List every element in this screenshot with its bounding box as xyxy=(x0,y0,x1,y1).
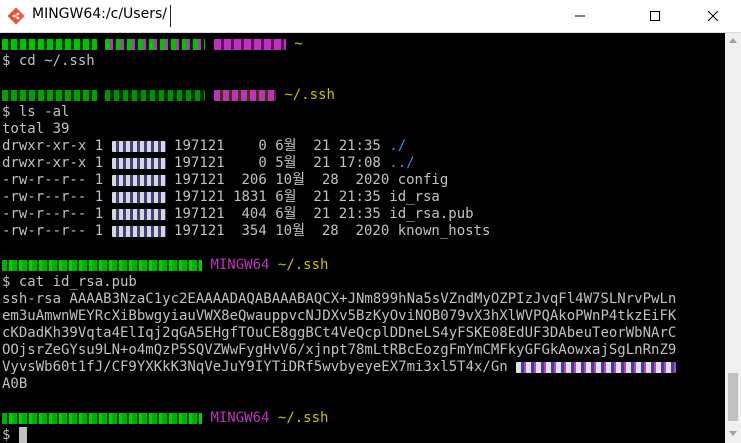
redacted-user-host xyxy=(2,259,202,271)
pubkey-line: cKDadKh39Vqta4ElIqj2qGA5EHgfTOuCE8ggBCt4… xyxy=(2,325,677,341)
file-name: id_rsa.pub xyxy=(389,206,474,222)
prompt-line: MINGW64 ~/.ssh xyxy=(2,410,328,427)
pubkey-line: em3uAmwnWEYRcXiBbwgyiauVWX8eQwauppvcNJDX… xyxy=(2,308,677,324)
prompt-line: MINGW64 ~/.ssh xyxy=(2,257,328,274)
redacted-host-2 xyxy=(213,89,276,101)
command-line: $ cd ~/.ssh xyxy=(2,53,95,69)
redacted-email xyxy=(516,361,677,373)
prompt-path: ~/.ssh xyxy=(277,410,329,426)
terminal-area[interactable]: ~ $ cd ~/.ssh ~/.ssh $ ls -al total 39 d… xyxy=(0,33,725,443)
prompt-line: ~ xyxy=(2,36,303,53)
redacted-host xyxy=(105,89,206,101)
ls-total: total 39 xyxy=(2,121,70,137)
redacted-owner xyxy=(111,225,166,237)
file-name: id_rsa xyxy=(389,189,440,205)
maximize-button[interactable] xyxy=(632,0,678,32)
window-titlebar[interactable]: MINGW64:/c/Users/ xyxy=(0,0,741,33)
file-name: config xyxy=(397,172,449,188)
redacted-host-2 xyxy=(213,38,286,50)
pubkey-line: A0B xyxy=(2,376,28,392)
git-bash-icon xyxy=(7,7,25,25)
ls-row: drwxr-xr-x 1 197121 0 6월 21 21:35 ./ xyxy=(2,138,407,154)
ls-row: -rw-r--r-- 1 197121 354 10월 28 2020 know… xyxy=(2,223,491,239)
redacted-user xyxy=(2,89,97,101)
window-title: MINGW64:/c/Users/ xyxy=(32,6,167,22)
pubkey-line: VyvsWb60t1fJ/CF9YXKkK3NqVeJuY9IYTiDRf5wv… xyxy=(2,359,677,376)
pubkey-line: OOjsrZeGYsu9LN+o4mQzP5SQVZWwFygHvV6/xjnp… xyxy=(2,342,677,358)
prompt-host: MINGW64 xyxy=(210,410,270,426)
redacted-owner xyxy=(111,191,166,203)
prompt-path: ~/.ssh xyxy=(277,257,329,273)
close-icon xyxy=(707,10,719,22)
prompt-line: ~/.ssh xyxy=(2,87,335,104)
close-button[interactable] xyxy=(690,0,736,32)
prompt-path: ~ xyxy=(294,36,303,52)
command-line: $ cat id_rsa.pub xyxy=(2,274,137,290)
minimize-icon xyxy=(575,15,585,17)
redacted-user-host xyxy=(2,412,202,424)
pubkey-line: ssh-rsa AAAAB3NzaC1yc2EAAAADAQABAAABAQCX… xyxy=(2,291,677,307)
scrollbar-thumb[interactable] xyxy=(728,373,738,421)
ls-row: -rw-r--r-- 1 197121 1831 6월 21 21:35 id_… xyxy=(2,189,440,205)
vertical-scrollbar[interactable] xyxy=(725,33,741,443)
redacted-user xyxy=(2,38,97,50)
prompt-host: MINGW64 xyxy=(210,257,270,273)
command-line: $ xyxy=(2,427,28,443)
ls-row: -rw-r--r-- 1 197121 206 10월 28 2020 conf… xyxy=(2,172,449,188)
redacted-owner xyxy=(111,174,166,186)
scroll-up-icon[interactable] xyxy=(729,37,737,43)
dir-name: ./ xyxy=(389,138,407,154)
cursor xyxy=(18,427,28,443)
redacted-owner xyxy=(111,208,166,220)
maximize-icon xyxy=(650,11,660,21)
redacted-owner xyxy=(111,157,166,169)
scroll-down-icon[interactable] xyxy=(729,431,737,437)
file-name: known_hosts xyxy=(397,223,491,239)
command-line: $ ls -al xyxy=(2,104,70,120)
ls-row: -rw-r--r-- 1 197121 404 6월 21 21:35 id_r… xyxy=(2,206,474,222)
dir-name: ../ xyxy=(389,155,415,171)
ls-row: drwxr-xr-x 1 197121 0 5월 21 17:08 ../ xyxy=(2,155,415,171)
title-redaction xyxy=(170,5,191,27)
prompt-path: ~/.ssh xyxy=(284,87,335,103)
redacted-owner xyxy=(111,140,166,152)
redacted-host xyxy=(105,38,206,50)
minimize-button[interactable] xyxy=(557,0,603,32)
